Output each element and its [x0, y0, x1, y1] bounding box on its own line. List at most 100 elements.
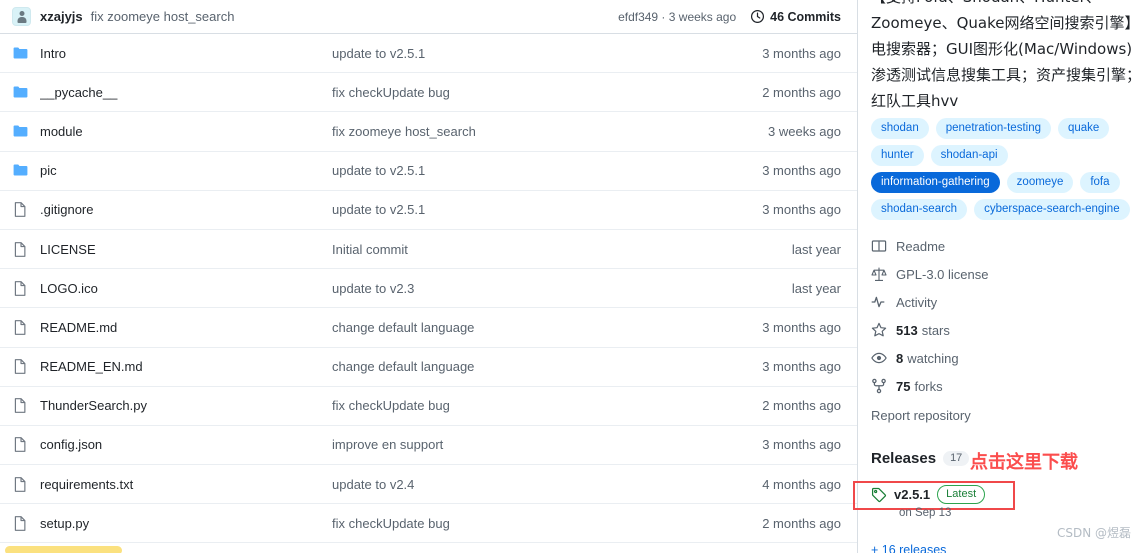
row-commit-message[interactable]: change default language [332, 320, 762, 335]
table-row[interactable]: .gitignore update to v2.5.1 3 months ago [0, 190, 857, 230]
row-commit-message[interactable]: improve en support [332, 437, 762, 452]
table-row[interactable]: ThunderSearch.py fix checkUpdate bug 2 mon… [0, 386, 857, 426]
fork-icon [872, 378, 886, 394]
table-row[interactable]: config.json improve en support 3 months ag… [0, 425, 857, 466]
file-name-link[interactable]: README.md [40, 320, 332, 335]
file-name-link[interactable]: README_EN.md [40, 359, 332, 374]
file-icon [14, 398, 26, 414]
file-icon [14, 359, 26, 374]
topic-tag[interactable]: quake [1058, 118, 1110, 139]
table-row[interactable]: __pycache__ fix checkUpdate bug 2 months a… [0, 73, 857, 113]
file-name-link[interactable]: LICENSE [40, 242, 332, 257]
table-row[interactable]: requirements.txt update to v2.4 4 months a… [0, 465, 857, 505]
sidebar-link-readme[interactable]: Readme [871, 232, 1136, 260]
row-commit-message[interactable]: update to v2.3 [332, 281, 792, 296]
topic-tag[interactable]: shodan [871, 118, 929, 139]
latest-badge: Latest [937, 485, 986, 504]
table-row[interactable]: Intro update to v2.5.1 3 months ago [0, 34, 857, 74]
file-icon [14, 320, 26, 335]
topic-tag[interactable]: fofa [1080, 172, 1120, 193]
row-commit-age: 3 months ago [762, 359, 841, 375]
sidebar-link-forks[interactable]: 75 forks [871, 372, 1136, 400]
row-commit-message[interactable]: fix checkUpdate bug [332, 85, 762, 100]
file-name-link[interactable]: requirements.txt [40, 477, 332, 492]
file-name-link[interactable]: config.json [40, 437, 332, 452]
release-row: v2.5.1 Latest [871, 485, 986, 504]
sidebar-link-activity[interactable]: Activity [871, 288, 1136, 316]
topic-tag[interactable]: hunter [871, 145, 924, 166]
folder-name-link[interactable]: module [40, 124, 332, 139]
row-commit-message[interactable]: update to v2.4 [332, 477, 762, 492]
folder-name-link[interactable]: pic [40, 163, 332, 178]
table-row[interactable]: LICENSE Initial commit last year [0, 229, 857, 270]
row-commit-message[interactable]: fix checkUpdate bug [332, 398, 762, 413]
yellow-highlight-bar [5, 546, 122, 553]
row-commit-age: 2 months ago [762, 515, 841, 531]
topic-tag[interactable]: cyberspace-search-engine [974, 199, 1130, 220]
table-row[interactable]: module fix zoomeye host_search 3 weeks ago [0, 112, 857, 152]
file-icon [14, 437, 26, 453]
row-commit-message[interactable]: fix zoomeye host_search [332, 124, 768, 139]
sidebar-link-watching[interactable]: 8 watching [871, 344, 1136, 372]
file-rows: Intro update to v2.5.1 3 months ago __pycac… [0, 34, 857, 544]
more-releases-link[interactable]: + 16 releases [871, 543, 946, 553]
row-commit-message[interactable]: Initial commit [332, 242, 792, 257]
row-commit-message[interactable]: change default language [332, 359, 762, 374]
latest-release-item[interactable]: v2.5.1 Latest on Sep 13 [871, 485, 986, 519]
file-name-link[interactable]: ThunderSearch.py [40, 398, 332, 413]
repo-sidebar: 【支持Fofa、Shodan、Hunter、Zoomeye、Quake网络空间搜… [853, 0, 1138, 553]
file-name-link[interactable]: LOGO.ico [40, 281, 332, 296]
folder-name-link[interactable]: __pycache__ [40, 85, 332, 100]
table-row[interactable]: README.md change default language 3 months… [0, 308, 857, 348]
row-commit-message[interactable]: fix checkUpdate bug [332, 516, 762, 531]
sidebar-link-label: Readme [896, 238, 946, 254]
sidebar-link-count: 513 [896, 322, 918, 338]
row-commit-age: 3 months ago [762, 163, 841, 179]
csdn-watermark: CSDN @煜磊 [1057, 526, 1132, 540]
commits-count-link[interactable]: 46 Commits [750, 9, 841, 24]
topic-tag[interactable]: shodan-api [930, 145, 1008, 166]
file-icon [14, 241, 26, 257]
book-icon [871, 240, 887, 252]
table-row[interactable]: pic update to v2.5.1 3 months ago [0, 151, 857, 191]
folder-name-link[interactable]: Intro [40, 46, 332, 61]
commit-message[interactable]: fix zoomeye host_search [91, 9, 235, 24]
topic-tag[interactable]: zoomeye [1006, 172, 1074, 193]
file-name-link[interactable]: setup.py [40, 516, 332, 531]
topic-tag[interactable]: penetration-testing [935, 118, 1051, 139]
row-commit-message[interactable]: update to v2.5.1 [332, 202, 762, 217]
release-version: v2.5.1 [894, 487, 931, 502]
sidebar-link-stars[interactable]: 513 stars [871, 316, 1136, 344]
file-list-pane: xzajyjs fix zoomeye host_search efdf349 … [0, 0, 858, 553]
sidebar-link-count: 75 [896, 378, 911, 394]
star-icon [871, 322, 887, 337]
repo-page: xzajyjs fix zoomeye host_search efdf349 … [0, 0, 1138, 553]
clock-icon [751, 9, 765, 24]
commit-sha-age[interactable]: efdf349 · 3 weeks ago [618, 10, 736, 24]
table-row[interactable]: README_EN.md change default language 3 mon… [0, 347, 857, 387]
file-name-link[interactable]: .gitignore [40, 202, 332, 217]
row-commit-age: 3 months ago [762, 437, 841, 453]
table-row[interactable]: LOGO.ico update to v2.3 last year [0, 269, 857, 309]
topic-tag-list: shodan penetration-testing quake hunter shod… [871, 118, 1138, 220]
report-repository-link[interactable]: Report repository [871, 408, 1136, 423]
row-commit-age: last year [791, 241, 841, 257]
releases-count-badge: 17 [943, 451, 970, 466]
topic-tag[interactable]: information-gathering [871, 172, 1000, 193]
table-row[interactable]: setup.py fix checkUpdate bug 2 months ago [0, 504, 857, 544]
releases-header[interactable]: Releases 17 [871, 450, 970, 467]
row-commit-age: 3 months ago [762, 45, 841, 61]
row-commit-age: 3 weeks ago [768, 123, 841, 139]
row-commit-message[interactable]: update to v2.5.1 [332, 46, 762, 61]
row-commit-message[interactable]: update to v2.5.1 [332, 163, 762, 178]
sidebar-link-label: stars [921, 322, 950, 338]
activity-icon [871, 296, 885, 308]
commit-author[interactable]: xzajyjs [40, 9, 83, 24]
sidebar-link-gpl-3-0-license[interactable]: GPL-3.0 license [871, 260, 1136, 288]
sidebar-link-label: GPL-3.0 license [896, 266, 989, 282]
download-annotation: 点击这里下载 [970, 452, 1078, 473]
sidebar-link-label: forks [914, 378, 943, 394]
folder-icon [13, 47, 28, 59]
commits-count-label: 46 Commits [770, 9, 841, 24]
topic-tag[interactable]: shodan-search [871, 199, 968, 220]
